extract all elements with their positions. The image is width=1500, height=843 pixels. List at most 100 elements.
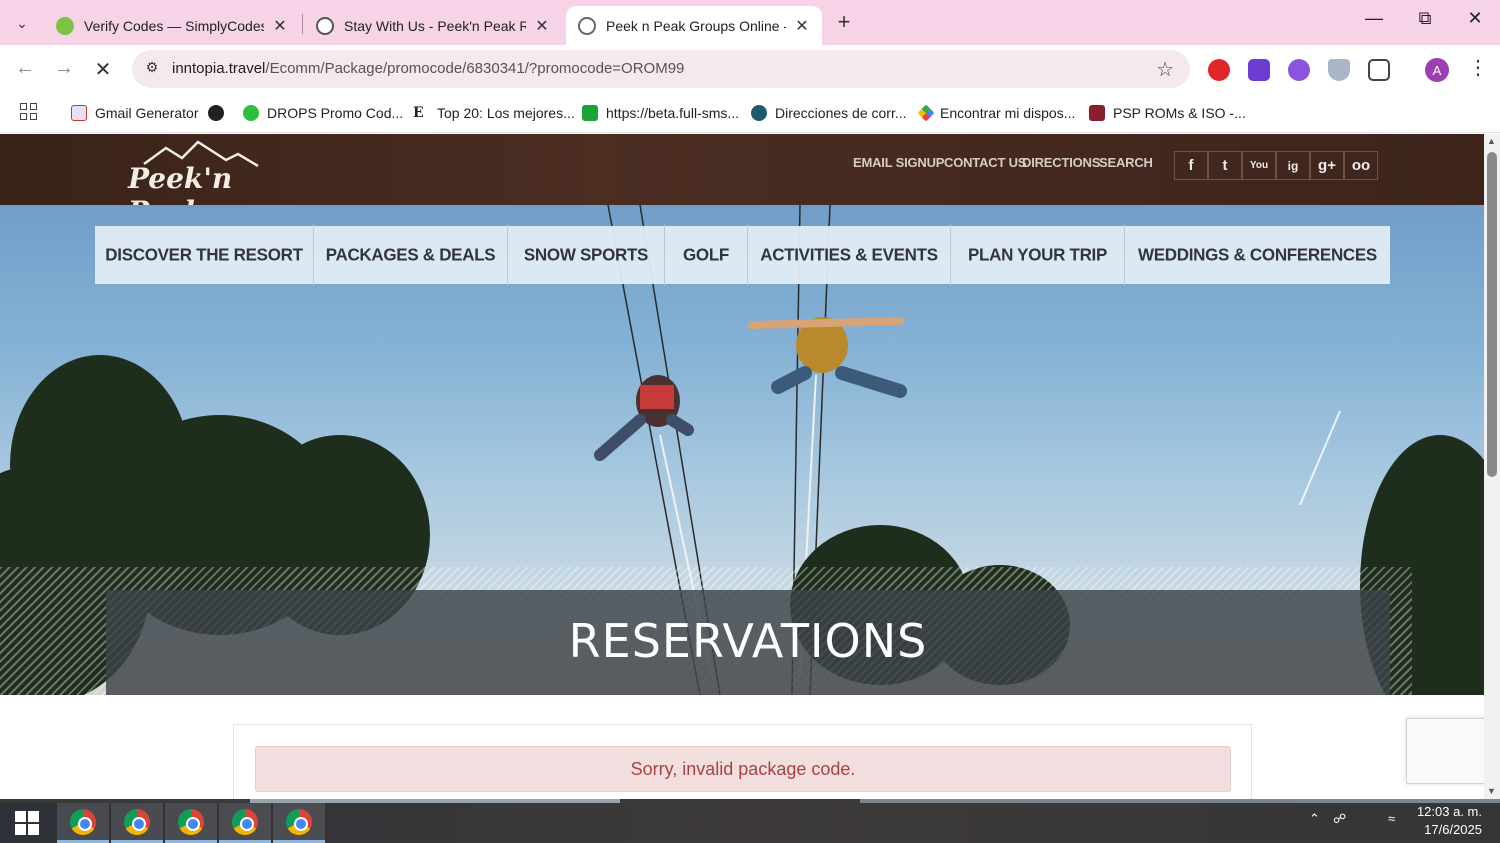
bookmark-drops-promo[interactable]: DROPS Promo Cod... — [243, 93, 403, 133]
bookmark-gmail-generator[interactable]: Gmail Generator — [71, 93, 198, 133]
web-page: Peek'n Peak EMAIL SIGNUP CONTACT US DIRE… — [0, 134, 1484, 799]
taskbar-clock[interactable]: 12:03 a. m. 17/6/2025 — [1412, 803, 1482, 839]
directions-link[interactable]: DIRECTIONS — [1022, 155, 1100, 170]
taskbar-chrome-1[interactable] — [57, 803, 109, 843]
tab-separator — [302, 14, 303, 34]
close-tab-icon[interactable]: ✕ — [794, 16, 810, 36]
find-device-icon — [917, 104, 935, 122]
gmail-generator-icon — [71, 105, 87, 121]
browser-menu-button[interactable]: ⋮ — [1468, 55, 1488, 80]
close-window-button[interactable]: ✕ — [1460, 8, 1490, 29]
chrome-icon — [178, 809, 204, 835]
nav-weddings-conferences[interactable]: WEDDINGS & CONFERENCES — [1125, 225, 1390, 286]
bookmark-label: PSP ROMs & ISO -... — [1113, 105, 1246, 121]
chevron-down-icon: ⌄ — [16, 14, 28, 31]
address-bar[interactable]: ⚙ inntopia.travel/Ecomm/Package/promocod… — [132, 50, 1190, 88]
bookmark-psp-roms[interactable]: PSP ROMs & ISO -... — [1089, 93, 1246, 133]
new-tab-button[interactable]: + — [832, 9, 856, 35]
bookmark-label: Direcciones de corr... — [775, 105, 907, 121]
url-path: /Ecomm/Package/promocode/6830341/?promoc… — [265, 60, 685, 77]
purple-extension-icon[interactable] — [1288, 59, 1310, 81]
recaptcha-badge[interactable] — [1406, 718, 1484, 784]
back-button[interactable]: ← — [11, 57, 39, 80]
nav-activities-events[interactable]: ACTIVITIES & EVENTS — [748, 224, 951, 286]
promo-content-panel: Sorry, invalid package code. — [233, 724, 1252, 799]
puzzle-extensions-icon[interactable] — [1368, 59, 1390, 81]
plus-icon: + — [837, 9, 851, 34]
apps-grid-icon[interactable] — [20, 103, 38, 121]
tab-title: Verify Codes — SimplyCodes — [84, 17, 264, 34]
restore-button[interactable]: ⧉ — [1410, 8, 1440, 29]
chrome-icon — [286, 809, 312, 835]
shield-extension-icon[interactable] — [1328, 59, 1350, 81]
url-text[interactable]: inntopia.travel/Ecomm/Package/promocode/… — [172, 60, 684, 77]
bookmark-label: DROPS Promo Cod... — [267, 105, 404, 121]
a-extension-icon[interactable] — [1248, 59, 1270, 81]
tab-title: Stay With Us - Peek'n Peak Reso — [344, 17, 526, 34]
tab-verify-codes[interactable]: Verify Codes — SimplyCodes ✕ — [44, 6, 300, 45]
bookmark-direcciones[interactable]: Direcciones de corr... — [751, 93, 907, 133]
contact-us-link[interactable]: CONTACT US — [944, 155, 1026, 170]
bookmark-label: Encontrar mi dispos... — [940, 105, 1076, 121]
bookmark-label: Top 20: Los mejores... — [437, 105, 575, 121]
site-info-icon[interactable]: ⚙ — [142, 59, 162, 79]
error-alert: Sorry, invalid package code. — [255, 746, 1231, 792]
arrow-right-icon: → — [54, 57, 74, 79]
minimize-button[interactable]: — — [1359, 8, 1389, 29]
wifi-icon[interactable]: ≈ — [1388, 811, 1395, 826]
twitter-icon[interactable]: t — [1208, 151, 1242, 180]
network-icon[interactable]: ☍ — [1333, 811, 1346, 827]
windows-taskbar: ⌃ ☍ ≈ 12:03 a. m. 17/6/2025 — [0, 799, 1500, 843]
drops-icon — [243, 105, 259, 121]
opera-extension-icon[interactable] — [1208, 59, 1230, 81]
bookmark-top-20[interactable]: E Top 20: Los mejores... — [413, 93, 575, 133]
tripadvisor-icon[interactable]: oo — [1344, 151, 1378, 180]
bookmark-encontrar[interactable]: Encontrar mi dispos... — [917, 93, 1076, 133]
url-host: inntopia.travel — [172, 60, 266, 77]
instagram-icon[interactable]: ig — [1276, 151, 1310, 180]
direcciones-icon — [751, 105, 767, 121]
tab-stay-with-us[interactable]: Stay With Us - Peek'n Peak Reso ✕ — [304, 6, 562, 45]
taskbar-chrome-2[interactable] — [111, 803, 163, 843]
close-tab-icon[interactable]: ✕ — [272, 16, 288, 36]
taskbar-chrome-4[interactable] — [219, 803, 271, 843]
bookmark-star-icon[interactable]: ☆ — [1156, 57, 1174, 82]
close-tab-icon[interactable]: ✕ — [534, 16, 550, 36]
google-plus-icon[interactable]: g+ — [1310, 151, 1344, 180]
page-scrollbar[interactable]: ▲ ▼ — [1484, 134, 1500, 799]
scroll-up-arrow-icon[interactable]: ▲ — [1487, 136, 1496, 146]
stop-loading-button[interactable]: ✕ — [89, 57, 117, 82]
youtube-icon[interactable]: You — [1242, 151, 1276, 180]
minimize-icon: — — [1365, 8, 1383, 28]
page-title: RESERVATIONS — [568, 614, 928, 668]
nav-snow-sports[interactable]: SNOW SPORTS — [508, 224, 665, 286]
chrome-icon — [232, 809, 258, 835]
bookmark-beta-full-sms[interactable]: https://beta.full-sms... — [582, 93, 739, 133]
main-navigation: DISCOVER THE RESORT PACKAGES & DEALS SNO… — [95, 224, 1390, 286]
email-signup-link[interactable]: EMAIL SIGNUP — [853, 155, 944, 170]
bookmark-globe[interactable] — [208, 93, 232, 133]
globe-icon — [208, 105, 224, 121]
site-logo[interactable]: Peek'n Peak — [126, 140, 266, 228]
chrome-icon — [124, 809, 150, 835]
close-icon: ✕ — [1467, 8, 1483, 28]
taskbar-chrome-5[interactable] — [273, 803, 325, 843]
facebook-icon[interactable]: f — [1174, 151, 1208, 180]
tray-chevron-up-icon[interactable]: ⌃ — [1309, 811, 1320, 827]
tab-peek-n-peak-groups[interactable]: Peek n Peak Groups Online - Pr ✕ — [566, 6, 822, 45]
sms-icon — [582, 105, 598, 121]
nav-golf[interactable]: GOLF — [665, 224, 748, 286]
scrollbar-thumb[interactable] — [1487, 152, 1497, 477]
nav-packages-deals[interactable]: PACKAGES & DEALS — [314, 224, 508, 286]
profile-avatar[interactable]: A — [1425, 58, 1449, 82]
nav-plan-your-trip[interactable]: PLAN YOUR TRIP — [951, 224, 1125, 286]
forward-button[interactable]: → — [50, 57, 78, 80]
nav-discover-the-resort[interactable]: DISCOVER THE RESORT — [95, 224, 314, 286]
search-link[interactable]: SEARCH — [1099, 155, 1153, 170]
scroll-down-arrow-icon[interactable]: ▼ — [1487, 786, 1496, 796]
taskbar-chrome-3[interactable] — [165, 803, 217, 843]
tab-search-button[interactable]: ⌄ — [6, 7, 38, 39]
browser-tab-strip: ⌄ Verify Codes — SimplyCodes ✕ Stay With… — [0, 0, 1500, 45]
windows-start-icon[interactable] — [15, 811, 39, 835]
globe-icon — [316, 16, 334, 35]
